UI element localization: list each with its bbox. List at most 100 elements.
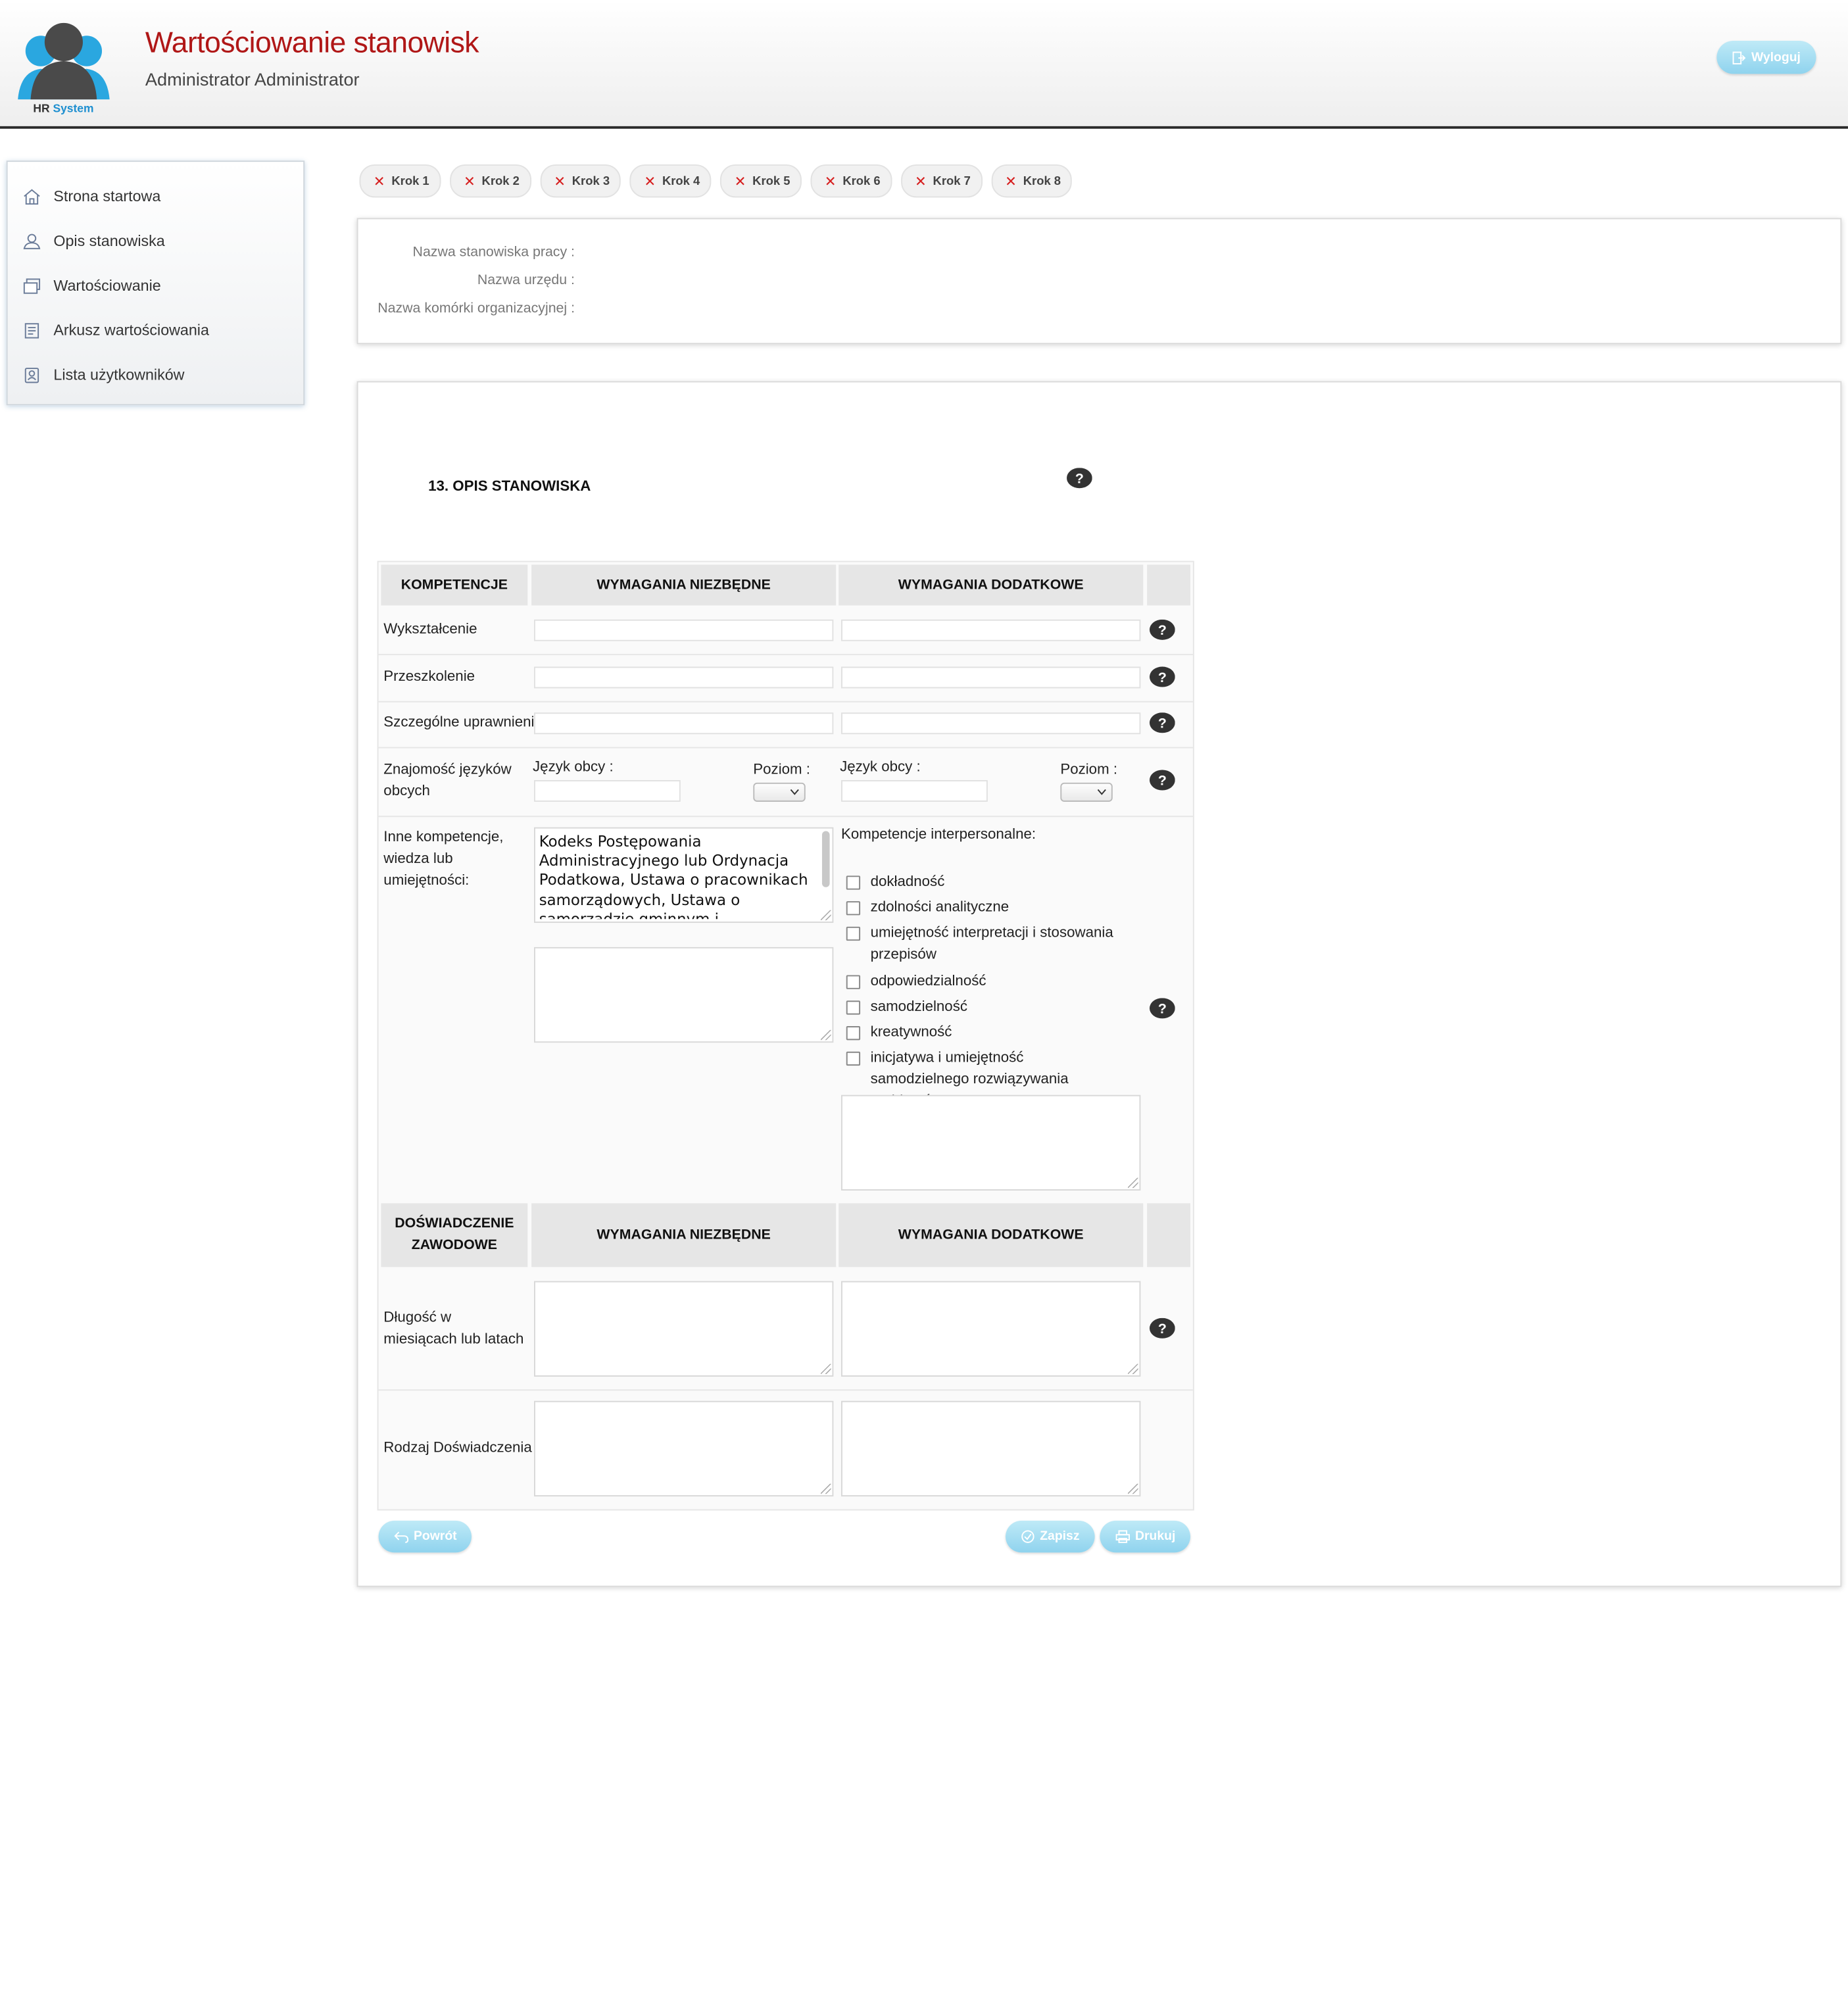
- training-required-input[interactable]: [533, 666, 834, 689]
- sidebar: Strona startowa Opis stanowiska Wartości…: [6, 160, 305, 406]
- resize-handle[interactable]: [1128, 1177, 1138, 1189]
- resize-handle[interactable]: [1128, 1483, 1138, 1494]
- checkbox-creativity[interactable]: kreatywność: [846, 1022, 952, 1044]
- resize-handle[interactable]: [821, 910, 831, 921]
- unit-name-label: Nazwa komórki organizacyjnej :: [377, 301, 575, 316]
- help-icon[interactable]: ?: [1149, 1317, 1175, 1340]
- logged-user-name: Administrator Administrator: [145, 68, 360, 89]
- competences-table: KOMPETENCJE WYMAGANIA NIEZBĘDNE WYMAGANI…: [377, 560, 1194, 1511]
- interpersonal-title: Kompetencje interpersonalne:: [841, 827, 1036, 843]
- other-required-text: Kodeks Postępowania Administracyjnego lu…: [539, 832, 808, 920]
- row-divider: [378, 1389, 1193, 1391]
- app-title: Wartościowanie stanowisk: [145, 25, 479, 59]
- checkbox[interactable]: [846, 1000, 861, 1015]
- step-tab-2[interactable]: ✕ Krok 2: [449, 164, 531, 198]
- step-tab-5[interactable]: ✕ Krok 5: [720, 164, 802, 198]
- logo-caption: HR System: [33, 102, 94, 115]
- checkbox[interactable]: [846, 1026, 861, 1041]
- other-required-textarea-2[interactable]: [533, 947, 834, 1043]
- experience-kind-additional-textarea[interactable]: [841, 1400, 1141, 1497]
- logout-button[interactable]: Wyloguj: [1716, 41, 1816, 74]
- checkbox[interactable]: [846, 901, 861, 916]
- step-tab-6[interactable]: ✕ Krok 6: [810, 164, 892, 198]
- checkbox[interactable]: [846, 1051, 861, 1066]
- row-divider: [378, 816, 1193, 818]
- sidebar-item-home[interactable]: Strona startowa: [8, 174, 304, 218]
- svg-text:?: ?: [1075, 470, 1084, 486]
- home-icon: [22, 186, 42, 207]
- step-tab-1[interactable]: ✕ Krok 1: [359, 164, 441, 198]
- resize-handle[interactable]: [821, 1364, 831, 1375]
- experience-kind-required-textarea[interactable]: [533, 1400, 834, 1497]
- step-tab-7[interactable]: ✕ Krok 7: [900, 164, 983, 198]
- row-label-languages: Znajomość języków obcych: [383, 762, 512, 800]
- language-required-input[interactable]: [533, 779, 681, 802]
- printer-icon: [1115, 1530, 1130, 1543]
- row-label-special-permissions: Szczególne uprawnienia: [383, 715, 543, 731]
- resize-handle[interactable]: [821, 1483, 831, 1494]
- step-tab-8[interactable]: ✕ Krok 8: [990, 164, 1073, 198]
- sidebar-item-position-description[interactable]: Opis stanowiska: [8, 219, 304, 262]
- resize-handle[interactable]: [1128, 1364, 1138, 1375]
- checkbox-accuracy[interactable]: dokładność: [846, 872, 944, 894]
- row-divider: [378, 701, 1193, 702]
- document-icon: [22, 320, 42, 340]
- checkbox-analytical[interactable]: zdolności analityczne: [846, 897, 1009, 919]
- other-additional-textarea[interactable]: [841, 1095, 1141, 1191]
- row-divider: [378, 747, 1193, 749]
- steps-bar: ✕ Krok 1 ✕ Krok 2 ✕ Krok 3 ✕ Krok 4 ✕ Krok 5 …: [359, 164, 1073, 198]
- sidebar-item-valuation[interactable]: Wartościowanie: [8, 264, 304, 307]
- help-icon[interactable]: ?: [1149, 619, 1175, 641]
- language-additional-input[interactable]: [841, 779, 988, 802]
- header-experience: DOŚWIADCZENIE ZAWODOWE: [381, 1203, 528, 1267]
- step-tab-3[interactable]: ✕ Krok 3: [539, 164, 621, 198]
- close-icon: ✕: [734, 174, 746, 189]
- training-additional-input[interactable]: [841, 666, 1141, 689]
- checkbox[interactable]: [846, 875, 861, 890]
- checkbox[interactable]: [846, 926, 861, 941]
- save-button[interactable]: Zapisz: [1006, 1520, 1095, 1553]
- experience-length-additional-textarea[interactable]: [841, 1281, 1141, 1377]
- form-panel: 13. OPIS STANOWISKA ? KOMPETENCJE WYMAGA…: [356, 381, 1842, 1587]
- help-icon[interactable]: ?: [1067, 468, 1092, 489]
- scrollbar[interactable]: [821, 831, 830, 887]
- sidebar-item-users-list[interactable]: Lista użytkowników: [8, 353, 304, 397]
- level-additional-select[interactable]: [1060, 782, 1113, 802]
- office-name-label: Nazwa urzędu :: [477, 272, 575, 288]
- row-label-experience-kind: Rodzaj Doświadczenia: [383, 1440, 532, 1456]
- experience-length-required-textarea[interactable]: [533, 1281, 834, 1377]
- help-icon[interactable]: ?: [1149, 770, 1175, 791]
- education-required-input[interactable]: [533, 619, 834, 641]
- svg-text:?: ?: [1158, 716, 1167, 731]
- special-permissions-required-input[interactable]: [533, 712, 834, 735]
- level-required-select[interactable]: [753, 782, 806, 802]
- sidebar-item-valuation-sheet[interactable]: Arkusz wartościowania: [8, 308, 304, 352]
- checkbox-interpretation[interactable]: umiejętność interpretacji i stosowania p…: [846, 923, 1121, 966]
- back-button[interactable]: Powrót: [378, 1520, 472, 1553]
- svg-text:?: ?: [1158, 773, 1167, 789]
- special-permissions-additional-input[interactable]: [841, 712, 1141, 735]
- help-icon[interactable]: ?: [1149, 998, 1175, 1020]
- help-icon[interactable]: ?: [1149, 712, 1175, 734]
- level-label-additional: Poziom :: [1060, 762, 1118, 778]
- checkbox-responsibility[interactable]: odpowiedzialność: [846, 972, 986, 993]
- checkbox-independence[interactable]: samodzielność: [846, 996, 967, 1018]
- header-competences: KOMPETENCJE: [381, 564, 528, 606]
- svg-text:?: ?: [1158, 1001, 1167, 1017]
- print-button[interactable]: Drukuj: [1100, 1520, 1190, 1553]
- step-tab-4[interactable]: ✕ Krok 4: [630, 164, 712, 198]
- header-empty: [1147, 564, 1190, 606]
- position-info-panel: Nazwa stanowiska pracy : Nazwa urzędu : …: [356, 218, 1842, 345]
- other-required-textarea[interactable]: Kodeks Postępowania Administracyjnego lu…: [533, 827, 834, 923]
- person-icon: [22, 231, 42, 251]
- section-title: 13. OPIS STANOWISKA: [428, 479, 591, 495]
- checkbox[interactable]: [846, 975, 861, 989]
- header-experience-additional: WYMAGANIA DODATKOWE: [839, 1203, 1144, 1267]
- chevron-down-icon: [790, 789, 799, 795]
- help-icon[interactable]: ?: [1149, 666, 1175, 689]
- resize-handle[interactable]: [821, 1029, 831, 1041]
- svg-text:?: ?: [1158, 670, 1167, 685]
- education-additional-input[interactable]: [841, 619, 1141, 641]
- row-divider: [378, 654, 1193, 656]
- save-icon: [1021, 1530, 1034, 1543]
